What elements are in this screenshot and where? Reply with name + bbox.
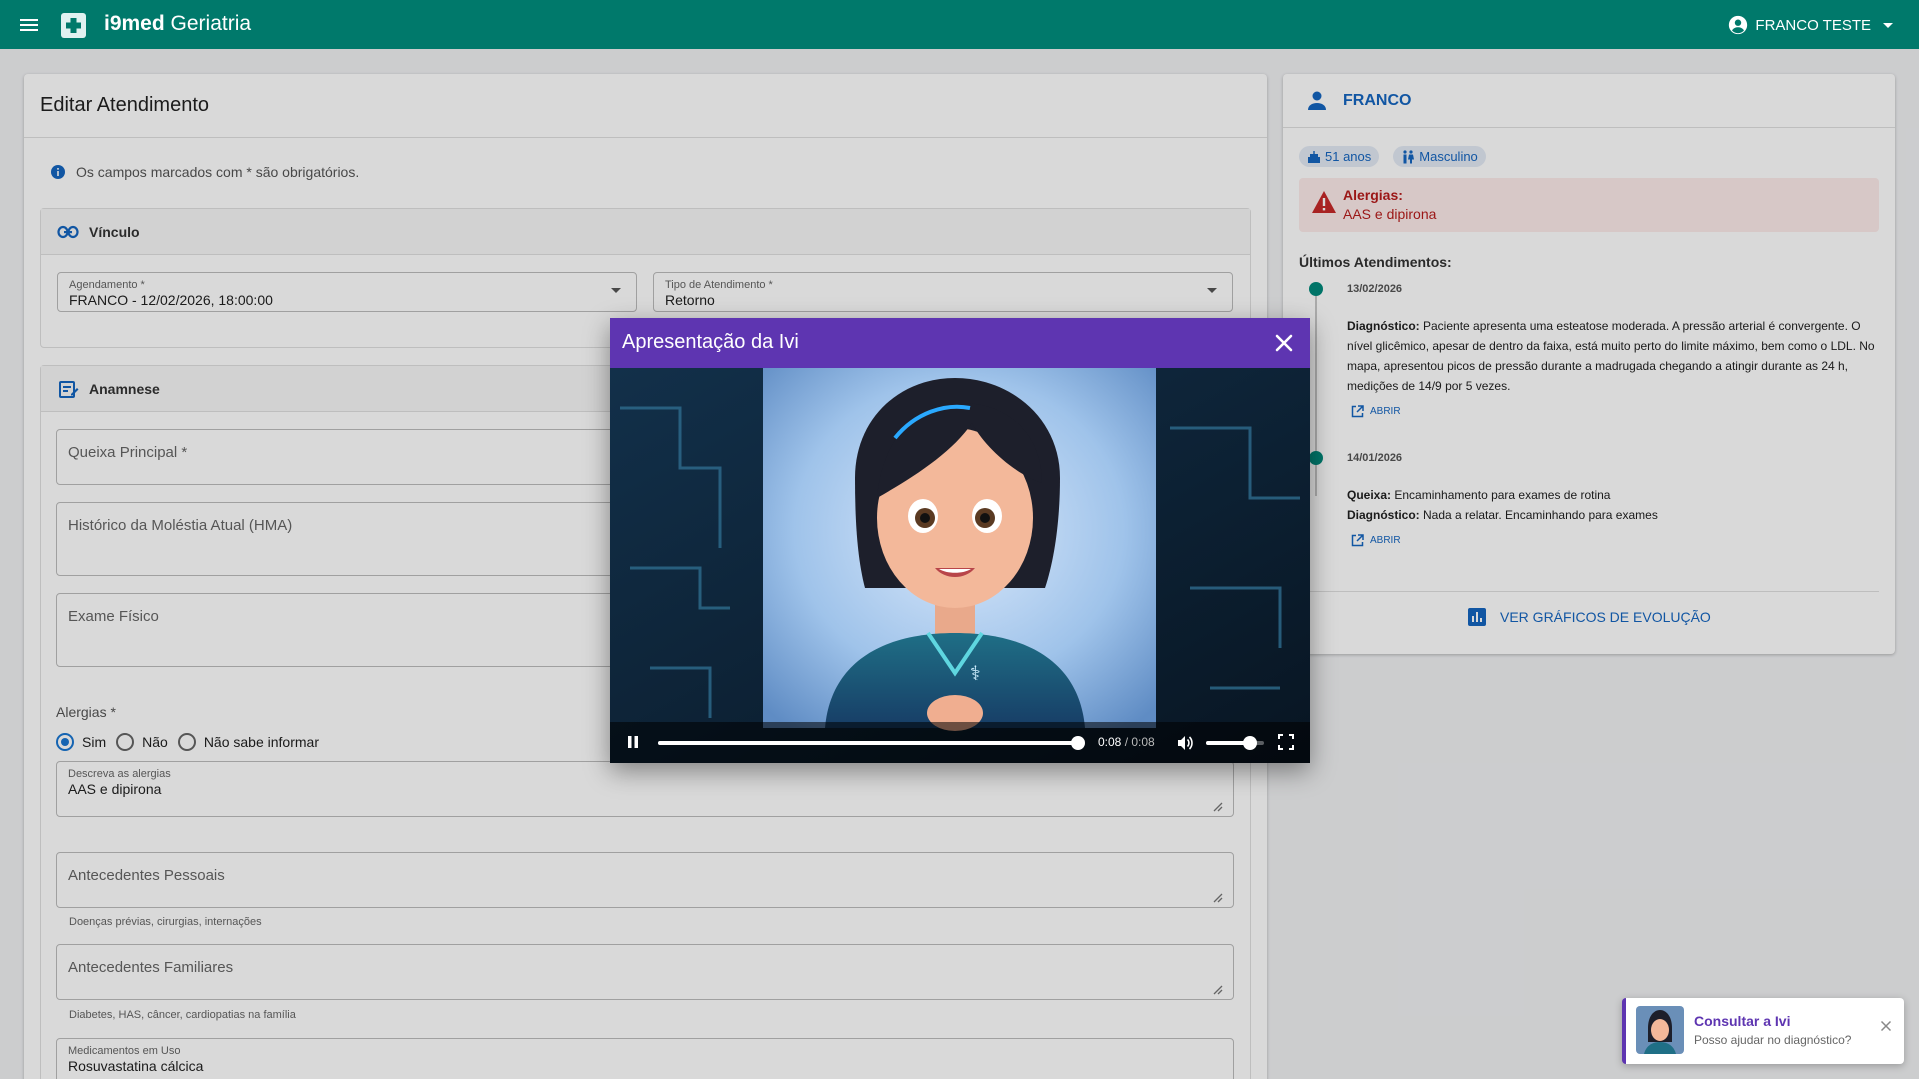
user-name: FRANCO TESTE [1755, 16, 1871, 34]
close-icon[interactable] [1880, 1020, 1892, 1032]
ivi-presentation-modal: Apresentação da Ivi ⚕ [610, 318, 1310, 763]
toast-title: Consultar a Ivi [1694, 1013, 1791, 1029]
volume-icon[interactable] [1176, 734, 1194, 752]
progress-fill [658, 741, 1078, 745]
volume-slider[interactable] [1206, 736, 1264, 750]
ivi-avatar [1636, 1006, 1684, 1054]
app-title: i9med Geriatria [104, 12, 252, 35]
user-menu[interactable]: FRANCO TESTE [1727, 14, 1895, 36]
video-controls: 0:08 / 0:08 [610, 722, 1310, 763]
fullscreen-icon[interactable] [1278, 734, 1294, 750]
video-progress-bar[interactable] [658, 736, 1085, 750]
video-player[interactable]: ⚕ [610, 368, 1310, 763]
progress-knob[interactable] [1071, 736, 1085, 750]
medical-cross-icon [61, 13, 86, 38]
menu-icon[interactable] [17, 13, 41, 37]
volume-knob[interactable] [1242, 736, 1257, 750]
video-frame: ⚕ [610, 368, 1310, 763]
close-icon[interactable] [1274, 333, 1294, 353]
consult-ivi-toast[interactable]: Consultar a Ivi Posso ajudar no diagnóst… [1622, 998, 1904, 1064]
modal-header: Apresentação da Ivi [610, 318, 1310, 368]
chevron-down-icon [1881, 18, 1895, 32]
app-bar: i9med Geriatria FRANCO TESTE [0, 0, 1919, 49]
toast-subtitle: Posso ajudar no diagnóstico? [1694, 1033, 1852, 1047]
svg-text:⚕: ⚕ [970, 661, 981, 685]
account-circle-icon [1727, 14, 1749, 36]
video-time: 0:08 / 0:08 [1098, 735, 1155, 749]
modal-title: Apresentação da Ivi [622, 331, 799, 353]
pause-icon[interactable] [626, 735, 640, 749]
